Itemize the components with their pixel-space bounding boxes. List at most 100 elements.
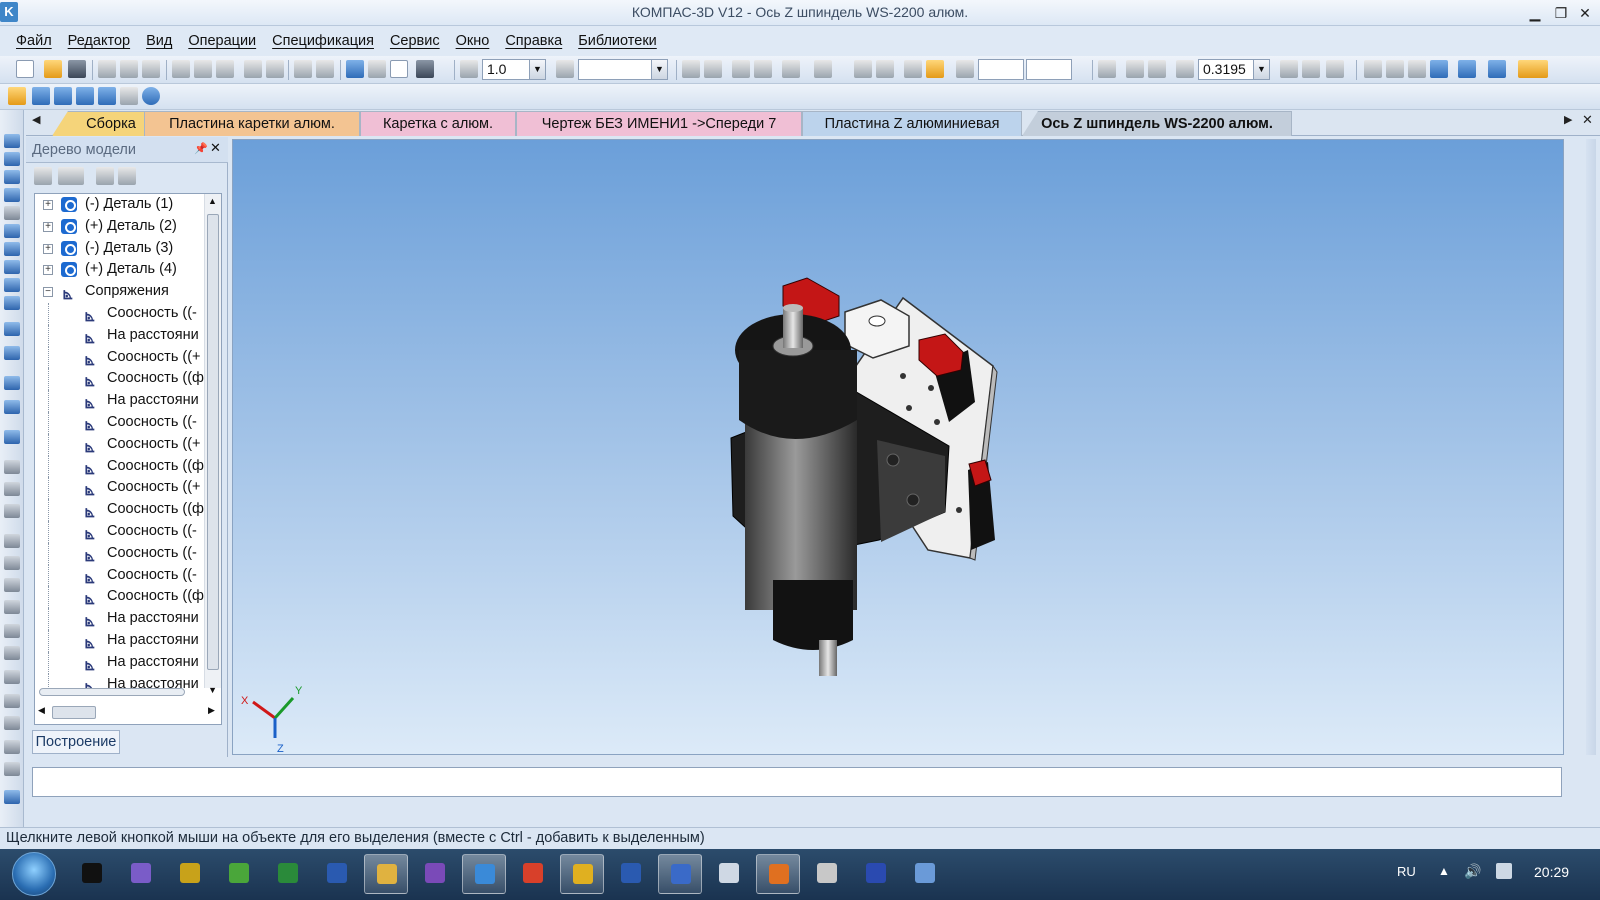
tree-item[interactable]: − ⦝ Сопряжения bbox=[35, 281, 203, 303]
paste-icon[interactable] bbox=[216, 60, 234, 78]
chevron-down-icon[interactable]: ▼ bbox=[529, 60, 545, 79]
tree-filter-icon[interactable] bbox=[32, 87, 50, 105]
tree-item[interactable]: + (+) Деталь (2) bbox=[35, 216, 203, 238]
fillet-icon[interactable] bbox=[4, 534, 20, 548]
tab-close-icon[interactable]: ✕ bbox=[1582, 112, 1593, 128]
sketch-icon[interactable] bbox=[4, 206, 20, 220]
corner-icon[interactable] bbox=[904, 60, 922, 78]
spec-icon[interactable] bbox=[4, 242, 20, 256]
local-cs-icon[interactable] bbox=[682, 60, 700, 78]
menu-view[interactable]: Вид bbox=[138, 33, 180, 49]
snap-2-icon[interactable] bbox=[754, 60, 772, 78]
edit-sketch-icon[interactable] bbox=[8, 87, 26, 105]
brush-icon[interactable] bbox=[244, 60, 262, 78]
manager-icon[interactable] bbox=[346, 60, 364, 78]
tab-scroll-left-icon[interactable]: ◀ bbox=[32, 113, 40, 126]
taskbar-notepad-button[interactable] bbox=[707, 854, 751, 894]
scale-select[interactable]: 1.0 ▼ bbox=[482, 59, 546, 80]
shaded-icon[interactable] bbox=[1430, 60, 1448, 78]
scrollbar-thumb[interactable] bbox=[207, 214, 219, 670]
grid-icon[interactable] bbox=[814, 60, 832, 78]
zoom-out-icon[interactable] bbox=[1148, 60, 1166, 78]
plane-icon[interactable] bbox=[4, 460, 20, 474]
copy-icon[interactable] bbox=[194, 60, 212, 78]
shell-icon[interactable] bbox=[4, 578, 20, 592]
mates-icon[interactable] bbox=[4, 170, 20, 184]
print-icon[interactable] bbox=[98, 60, 116, 78]
axis-icon[interactable] bbox=[876, 60, 894, 78]
tree-item[interactable]: ⦝ Соосность ((ф bbox=[35, 368, 204, 390]
tree-item[interactable]: ⦝ На расстояни bbox=[35, 324, 203, 347]
layer-icon[interactable] bbox=[556, 60, 574, 78]
help-pointer-icon[interactable] bbox=[416, 60, 434, 78]
orientation-icon[interactable] bbox=[1326, 60, 1344, 78]
taskbar-kompas-button[interactable] bbox=[609, 854, 653, 894]
thread-icon[interactable] bbox=[4, 762, 20, 776]
scroll-left-icon[interactable]: ◀ bbox=[38, 705, 45, 716]
tab-z-spindle-active[interactable]: Ось Z шпиндель WS-2200 алюм. bbox=[1022, 111, 1292, 136]
close-icon[interactable]: ✕ bbox=[1574, 3, 1596, 23]
taskbar-media-button[interactable] bbox=[756, 854, 800, 894]
tree-item[interactable]: + (+) Деталь (4) bbox=[35, 259, 203, 281]
taskbar-app-black-button[interactable] bbox=[70, 854, 114, 894]
tree-item[interactable]: ⦝ На расстояни bbox=[35, 390, 203, 412]
tree-item[interactable]: + (-) Деталь (1) bbox=[35, 194, 203, 216]
place-component-icon[interactable] bbox=[4, 152, 20, 166]
round-icon[interactable] bbox=[782, 60, 800, 78]
menu-window[interactable]: Окно bbox=[448, 33, 498, 49]
filter-icon[interactable] bbox=[1518, 60, 1548, 78]
rotate-icon[interactable] bbox=[1302, 60, 1320, 78]
model-viewport[interactable]: X Y Z bbox=[232, 139, 1564, 755]
zoom-select[interactable]: 0.3195 ▼ bbox=[1198, 59, 1270, 80]
menu-operations[interactable]: Операции bbox=[180, 33, 264, 49]
tab-carriage[interactable]: Каретка с алюм. bbox=[360, 111, 516, 136]
coord-y-field[interactable] bbox=[1026, 59, 1072, 80]
tree-edit-icon[interactable] bbox=[54, 87, 72, 105]
rib-icon[interactable] bbox=[4, 600, 20, 614]
array-icon[interactable] bbox=[4, 400, 20, 414]
taskbar-onenote-button[interactable] bbox=[413, 854, 457, 894]
save-icon[interactable] bbox=[68, 60, 86, 78]
thin-lines-icon[interactable] bbox=[1408, 60, 1426, 78]
maximize-icon[interactable]: ❐ bbox=[1550, 3, 1572, 23]
tree-item[interactable]: ⦝ Соосность ((- bbox=[35, 542, 203, 565]
panel-close-icon[interactable]: ✕ bbox=[210, 140, 221, 156]
spec-object-icon[interactable] bbox=[4, 790, 20, 804]
volume-icon[interactable]: 🔊 bbox=[1464, 863, 1481, 880]
cut-icon[interactable] bbox=[172, 60, 190, 78]
tree-view-mode-icon[interactable] bbox=[58, 167, 84, 185]
ortho-icon[interactable] bbox=[854, 60, 872, 78]
tab-build[interactable]: Построение bbox=[32, 730, 120, 754]
axis-tool-icon[interactable] bbox=[4, 482, 20, 496]
undo-icon[interactable] bbox=[294, 60, 312, 78]
tools-icon[interactable] bbox=[120, 87, 138, 105]
chevron-down-icon[interactable]: ▼ bbox=[651, 60, 667, 79]
tree-item[interactable]: + (-) Деталь (3) bbox=[35, 238, 203, 260]
scroll-up-icon[interactable]: ▲ bbox=[208, 196, 217, 206]
mirror-icon[interactable] bbox=[4, 646, 20, 660]
tree-item[interactable]: ⦝ На расстояни bbox=[35, 608, 203, 630]
scroll-down-icon[interactable]: ▼ bbox=[208, 685, 217, 695]
zoom-window-icon[interactable] bbox=[1098, 60, 1116, 78]
hscroll-thumb[interactable] bbox=[52, 706, 96, 719]
scroll-right-icon[interactable]: ▶ bbox=[208, 705, 215, 716]
draft-icon[interactable] bbox=[4, 624, 20, 638]
command-line[interactable] bbox=[32, 767, 1562, 797]
tree-item[interactable]: ⦝ Соосность ((- bbox=[35, 302, 203, 325]
tree-item[interactable]: ⦝ Соосность ((ф bbox=[35, 586, 204, 608]
tree-rebuild-icon[interactable] bbox=[98, 87, 116, 105]
layer-select[interactable]: ▼ bbox=[578, 59, 668, 80]
tree-item[interactable]: ⦝ Соосность ((- bbox=[35, 564, 203, 587]
tab-carriage-plate[interactable]: Пластина каретки алюм. bbox=[144, 111, 360, 136]
tree-vertical-scrollbar[interactable]: ▲ bbox=[204, 194, 221, 688]
expand-icon[interactable]: + bbox=[43, 265, 53, 276]
collapse-icon[interactable]: − bbox=[43, 287, 53, 298]
menu-specification[interactable]: Спецификация bbox=[264, 33, 382, 49]
zoom-in-icon[interactable] bbox=[1126, 60, 1144, 78]
tree-item[interactable]: ⦝ Соосность ((ф bbox=[35, 499, 204, 521]
minimize-icon[interactable]: ▁ bbox=[1524, 3, 1546, 23]
taskbar-word-button[interactable] bbox=[315, 854, 359, 894]
taskbar-network-button[interactable] bbox=[903, 854, 947, 894]
properties-icon[interactable] bbox=[266, 60, 284, 78]
redo-icon[interactable] bbox=[316, 60, 334, 78]
